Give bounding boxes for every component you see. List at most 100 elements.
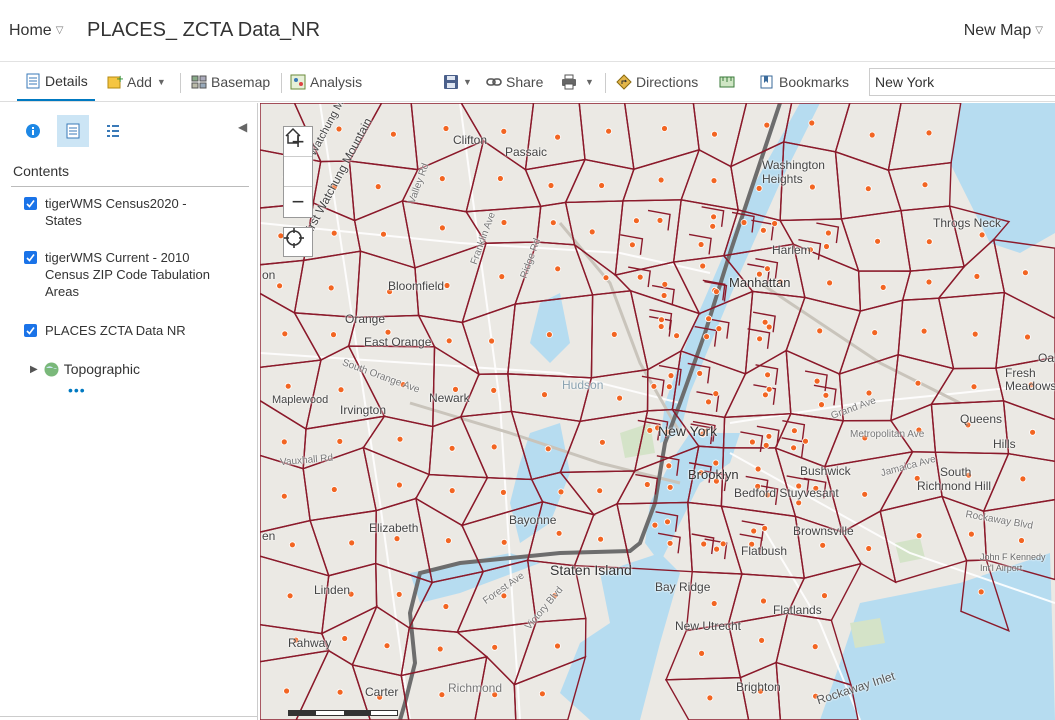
data-point (925, 278, 933, 286)
data-point (715, 325, 723, 333)
layer-label[interactable]: tigerWMS Census2020 - States (45, 195, 225, 229)
place-label: Bayonne (509, 513, 557, 527)
data-point (813, 377, 821, 385)
data-point (921, 181, 929, 189)
measure-button[interactable] (719, 62, 739, 102)
tab-legend[interactable] (97, 115, 129, 147)
collapse-panel-icon[interactable]: ◀ (238, 120, 247, 134)
locate-button[interactable] (283, 227, 313, 257)
map-view[interactable]: Clifton Passaic Bloomfield Orange East O… (260, 103, 1055, 720)
data-point (748, 438, 756, 446)
details-label: Details (45, 73, 88, 89)
data-point (700, 540, 708, 548)
print-button[interactable]: ▼ (561, 62, 594, 102)
zoom-out-button[interactable]: − (284, 187, 312, 217)
data-point (759, 226, 767, 234)
search-input[interactable] (869, 68, 1055, 96)
data-point (544, 445, 552, 453)
place-label: Fresh Meadows (1005, 366, 1055, 393)
data-point (393, 535, 401, 543)
analysis-button[interactable]: Analysis (290, 62, 362, 102)
data-point (660, 292, 668, 299)
data-point (1019, 475, 1027, 483)
place-label: Flatlands (773, 603, 822, 617)
data-point (499, 488, 507, 496)
home-menu[interactable]: Home ▽ (9, 22, 63, 40)
layer-label[interactable]: tigerWMS Current - 2010 Census ZIP Code … (45, 249, 225, 300)
printer-icon (562, 74, 576, 90)
info-icon (26, 124, 40, 138)
data-point (696, 369, 704, 377)
home-extent-button[interactable] (284, 127, 312, 187)
data-point (920, 327, 928, 335)
divider (605, 73, 606, 93)
data-point (705, 315, 713, 323)
data-point (500, 538, 508, 546)
layer-item[interactable]: tigerWMS Census2020 - States (24, 195, 225, 229)
bookmarks-label: Bookmarks (779, 74, 850, 90)
data-point (557, 488, 565, 496)
data-point (978, 231, 986, 239)
layer-item[interactable]: tigerWMS Current - 2010 Census ZIP Code … (24, 249, 225, 300)
data-point (280, 492, 288, 500)
data-point (545, 331, 553, 339)
measure-ruler-icon (719, 76, 735, 88)
data-point (712, 288, 720, 296)
data-point (765, 385, 773, 393)
place-label: South (940, 465, 972, 479)
layer-checkbox[interactable] (24, 324, 37, 337)
tab-contents[interactable] (57, 115, 89, 147)
place-label: East Orange (364, 335, 432, 349)
tab-about[interactable] (17, 115, 49, 147)
place-label: John F Kennedy Int'l Airport (980, 552, 1046, 573)
data-point (616, 394, 624, 402)
data-point (438, 175, 446, 182)
data-point (816, 327, 824, 335)
more-options-icon[interactable]: ••• (68, 382, 86, 398)
layer-label[interactable]: PLACES ZCTA Data NR (45, 322, 225, 339)
data-point (280, 438, 288, 446)
data-point (598, 182, 606, 189)
data-point (826, 279, 833, 287)
data-point (555, 529, 563, 537)
data-point (336, 688, 344, 696)
top-header: Home ▽ PLACES_ ZCTA Data_NR New Map ▽ (0, 0, 1055, 62)
data-point (861, 490, 869, 498)
data-point (395, 590, 403, 598)
share-button[interactable]: Share (486, 62, 543, 102)
expand-triangle-icon[interactable]: ▶ (30, 364, 38, 375)
data-point (656, 217, 664, 224)
details-icon (26, 73, 40, 89)
data-point (868, 131, 876, 139)
data-point (500, 219, 508, 226)
analysis-label: Analysis (310, 74, 363, 90)
data-point (750, 527, 758, 535)
layer-checkbox[interactable] (24, 251, 37, 264)
save-button[interactable]: ▼ (443, 62, 472, 102)
data-point (541, 391, 548, 399)
bookmark-icon (760, 75, 773, 89)
basemap-layer[interactable]: ▶ Topographic (30, 361, 140, 377)
data-point (819, 541, 827, 549)
data-point (664, 518, 671, 526)
place-label: Linden (314, 583, 351, 597)
data-point (330, 229, 338, 237)
data-point (348, 539, 356, 547)
bookmarks-button[interactable]: Bookmarks (759, 62, 849, 102)
chevron-down-icon: ▼ (156, 77, 166, 87)
check-icon (26, 327, 35, 335)
basemap-button[interactable]: Basemap (191, 62, 270, 102)
directions-button[interactable]: Directions (616, 62, 698, 102)
details-button[interactable]: Details (17, 63, 95, 101)
data-point (712, 459, 720, 467)
add-button[interactable]: + Add ▼ (107, 62, 166, 102)
data-point (823, 243, 830, 250)
layer-item[interactable]: PLACES ZCTA Data NR (24, 322, 225, 339)
directions-icon (616, 74, 632, 90)
data-point (765, 432, 773, 440)
new-map-menu[interactable]: New Map ▽ (964, 22, 1043, 40)
place-label: Flatbush (741, 544, 788, 558)
data-point (1022, 269, 1029, 277)
data-point (610, 330, 618, 338)
layer-checkbox[interactable] (24, 197, 37, 210)
